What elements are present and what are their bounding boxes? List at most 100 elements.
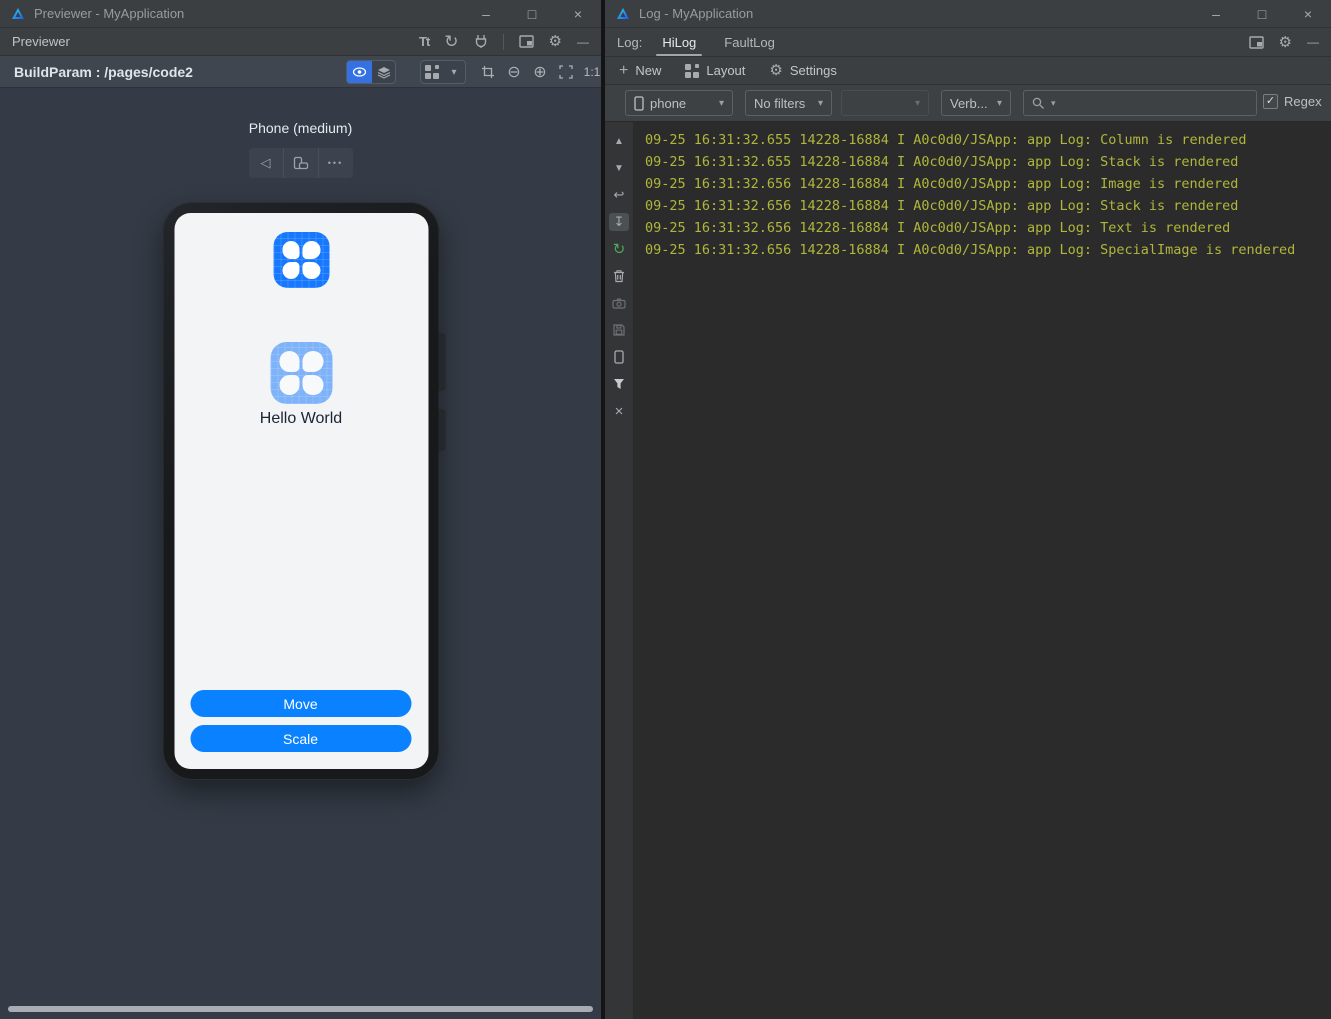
window-controls: – □ ×	[1193, 0, 1331, 28]
previewer-toolbar: Previewer Tt ↻ ⚙ —	[0, 28, 601, 56]
zoom-in-button[interactable]: ⊕	[529, 60, 551, 84]
crop-icon	[482, 66, 494, 78]
log-line: 09-25 16:31:32.655 14228-16884 I A0c0d0/…	[645, 132, 1247, 148]
inspector-button[interactable]	[347, 61, 372, 83]
settings-button[interactable]: ⚙ Settings	[769, 63, 836, 78]
close-icon[interactable]: ×	[555, 0, 601, 28]
hello-world-label: Hello World	[259, 410, 343, 427]
hide-panel-icon[interactable]: —	[1307, 36, 1319, 48]
deveco-logo-icon	[617, 7, 629, 19]
app-icon	[273, 232, 329, 288]
phone-power-button	[438, 409, 445, 451]
back-button[interactable]: ◁	[249, 148, 283, 178]
funnel-icon	[614, 379, 624, 389]
scroll-up-icon[interactable]: ▲	[609, 132, 629, 150]
regex-toggle[interactable]: ✓ Regex	[1263, 94, 1322, 109]
save-log-icon[interactable]	[609, 321, 629, 339]
search-box[interactable]: ▾	[1023, 90, 1257, 116]
preview-canvas: Phone (medium) ◁ ••• Hello World Move Sc…	[0, 88, 601, 1019]
font-size-icon[interactable]: Tt	[419, 35, 430, 48]
crop-frame-button[interactable]	[477, 60, 499, 84]
panel-title: Previewer	[12, 34, 70, 49]
search-icon	[1032, 97, 1044, 109]
device-select[interactable]: phone ▾	[625, 90, 733, 116]
new-button-label: New	[635, 63, 662, 78]
more-options-button[interactable]: •••	[317, 148, 353, 178]
minimize-icon[interactable]: –	[1193, 0, 1239, 28]
rotate-device-button[interactable]	[282, 148, 318, 178]
close-log-icon[interactable]: ×	[609, 402, 629, 420]
new-button[interactable]: + New	[619, 62, 661, 80]
maximize-icon[interactable]: □	[509, 0, 555, 28]
log-action-bar: + New Layout ⚙ Settings	[605, 57, 1331, 85]
chevron-down-icon: ▾	[914, 97, 920, 109]
layout-button[interactable]: Layout	[685, 63, 745, 78]
filter-icon[interactable]	[609, 375, 629, 393]
inspector-toggle-group	[346, 60, 396, 84]
fit-screen-button[interactable]	[555, 60, 577, 84]
filters-select[interactable]: No filters ▾	[745, 90, 832, 116]
log-label: Log:	[617, 34, 643, 50]
log-line: 09-25 16:31:32.656 14228-16884 I A0c0d0/…	[645, 198, 1239, 214]
zoom-ratio-button[interactable]: 1:1	[578, 60, 606, 84]
device-label: Phone (medium)	[248, 120, 353, 136]
camera-icon	[612, 297, 626, 309]
plug-icon[interactable]	[474, 34, 488, 49]
scale-button[interactable]: Scale	[190, 725, 411, 752]
log-line: 09-25 16:31:32.655 14228-16884 I A0c0d0/…	[645, 154, 1239, 170]
restart-icon[interactable]: ↻	[609, 240, 629, 258]
log-output: 09-25 16:31:32.655 14228-16884 I A0c0d0/…	[633, 122, 1331, 1019]
toolbar-divider	[502, 33, 504, 50]
hide-panel-icon[interactable]: —	[577, 36, 589, 48]
phone-volume-button	[438, 333, 445, 391]
plus-icon: +	[619, 61, 629, 79]
gear-icon: ⚙	[769, 62, 783, 79]
chevron-down-icon: ▾	[996, 97, 1002, 109]
log-titlebar: Log - MyApplication – □ ×	[605, 0, 1331, 28]
zoom-out-button[interactable]: ⊖	[503, 60, 525, 84]
tab-faultlog[interactable]: FaultLog	[724, 28, 775, 57]
eye-icon	[352, 67, 367, 77]
build-param-label: BuildParam : /pages/code2	[14, 63, 193, 80]
screenshot-icon[interactable]	[609, 294, 629, 312]
minimize-icon[interactable]: –	[463, 0, 509, 28]
device-log-icon[interactable]	[609, 348, 629, 366]
empty-select[interactable]: ▾	[841, 90, 929, 116]
panel-layout-icon[interactable]	[518, 35, 534, 48]
window-controls: – □ ×	[463, 0, 601, 28]
scroll-down-icon[interactable]: ▼	[609, 159, 629, 177]
log-tab-bar: Log: HiLog FaultLog ⚙ —	[605, 28, 1331, 57]
component-grid-group[interactable]: ▾	[420, 60, 466, 84]
panel-layout-icon[interactable]	[1248, 35, 1264, 49]
gear-icon[interactable]: ⚙	[549, 34, 562, 49]
gear-icon[interactable]: ⚙	[1279, 35, 1292, 50]
layers-button[interactable]	[372, 61, 395, 83]
trash-icon	[614, 270, 624, 283]
clear-log-icon[interactable]	[609, 267, 629, 285]
layout-button-label: Layout	[706, 63, 746, 78]
rotate-device-icon	[293, 156, 308, 170]
move-button[interactable]: Move	[190, 690, 411, 717]
log-window: Log - MyApplication – □ × Log: HiLog Fau…	[605, 0, 1331, 1019]
log-line: 09-25 16:31:32.656 14228-16884 I A0c0d0/…	[645, 176, 1239, 192]
tab-hilog[interactable]: HiLog	[656, 28, 703, 57]
window-title: Log - MyApplication	[639, 6, 754, 21]
phone-mockup: Hello World Move Scale	[162, 202, 445, 780]
horizontal-scrollbar[interactable]	[8, 1006, 593, 1012]
regex-checkbox[interactable]: ✓	[1263, 94, 1278, 109]
build-param-bar: BuildParam : /pages/code2 ▾ ⊖ ⊕ 1:1	[0, 56, 601, 88]
phone-screen: Hello World Move Scale	[174, 213, 428, 769]
components-icon	[421, 61, 443, 83]
search-input[interactable]	[1061, 95, 1232, 111]
floppy-icon	[613, 324, 625, 336]
close-icon[interactable]: ×	[1285, 0, 1331, 28]
scroll-to-end-icon[interactable]: ↧	[609, 213, 629, 231]
device-icon	[614, 350, 624, 364]
layout-grid-icon	[685, 63, 700, 78]
maximize-icon[interactable]: □	[1239, 0, 1285, 28]
soft-wrap-icon[interactable]: ↩	[609, 186, 629, 204]
refresh-icon[interactable]: ↻	[444, 33, 458, 50]
fit-screen-icon	[559, 65, 573, 79]
log-level-select[interactable]: Verb... ▾	[941, 90, 1011, 116]
log-content: ▲ ▼ ↩ ↧ ↻ × 09-25 16:31:32.655 14228-168…	[605, 122, 1331, 1019]
